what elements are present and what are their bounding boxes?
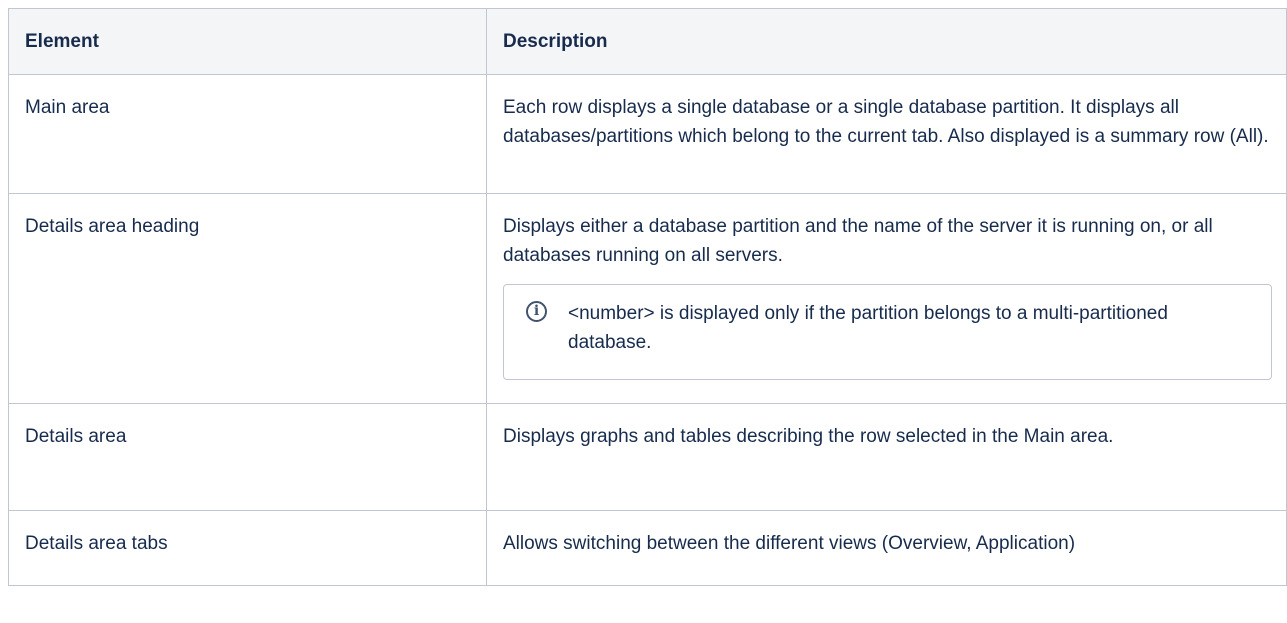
header-description: Description — [486, 8, 1287, 75]
element-cell: Details area tabs — [8, 510, 487, 586]
element-cell: Main area — [8, 74, 487, 194]
info-note-text: <number> is displayed only if the partit… — [568, 303, 1168, 353]
documentation-table: Element Description Main area Each row d… — [8, 8, 1287, 586]
header-element: Element — [8, 8, 487, 75]
table-row: Details area Displays graphs and tables … — [8, 403, 1287, 511]
info-note-panel: i <number> is displayed only if the part… — [503, 284, 1272, 380]
table-header-row: Element Description — [8, 8, 1287, 75]
table-row: Details area tabs Allows switching betwe… — [8, 510, 1287, 586]
description-cell: Each row displays a single database or a… — [486, 74, 1287, 194]
element-cell: Details area — [8, 403, 487, 511]
description-cell: Displays either a database partition and… — [486, 193, 1287, 404]
element-cell: Details area heading — [8, 193, 487, 404]
description-cell: Allows switching between the different v… — [486, 510, 1287, 586]
info-icon: i — [526, 301, 547, 322]
description-cell: Displays graphs and tables describing th… — [486, 403, 1287, 511]
description-text: Displays either a database partition and… — [503, 216, 1213, 266]
table-row: Main area Each row displays a single dat… — [8, 74, 1287, 194]
table-row: Details area heading Displays either a d… — [8, 193, 1287, 404]
